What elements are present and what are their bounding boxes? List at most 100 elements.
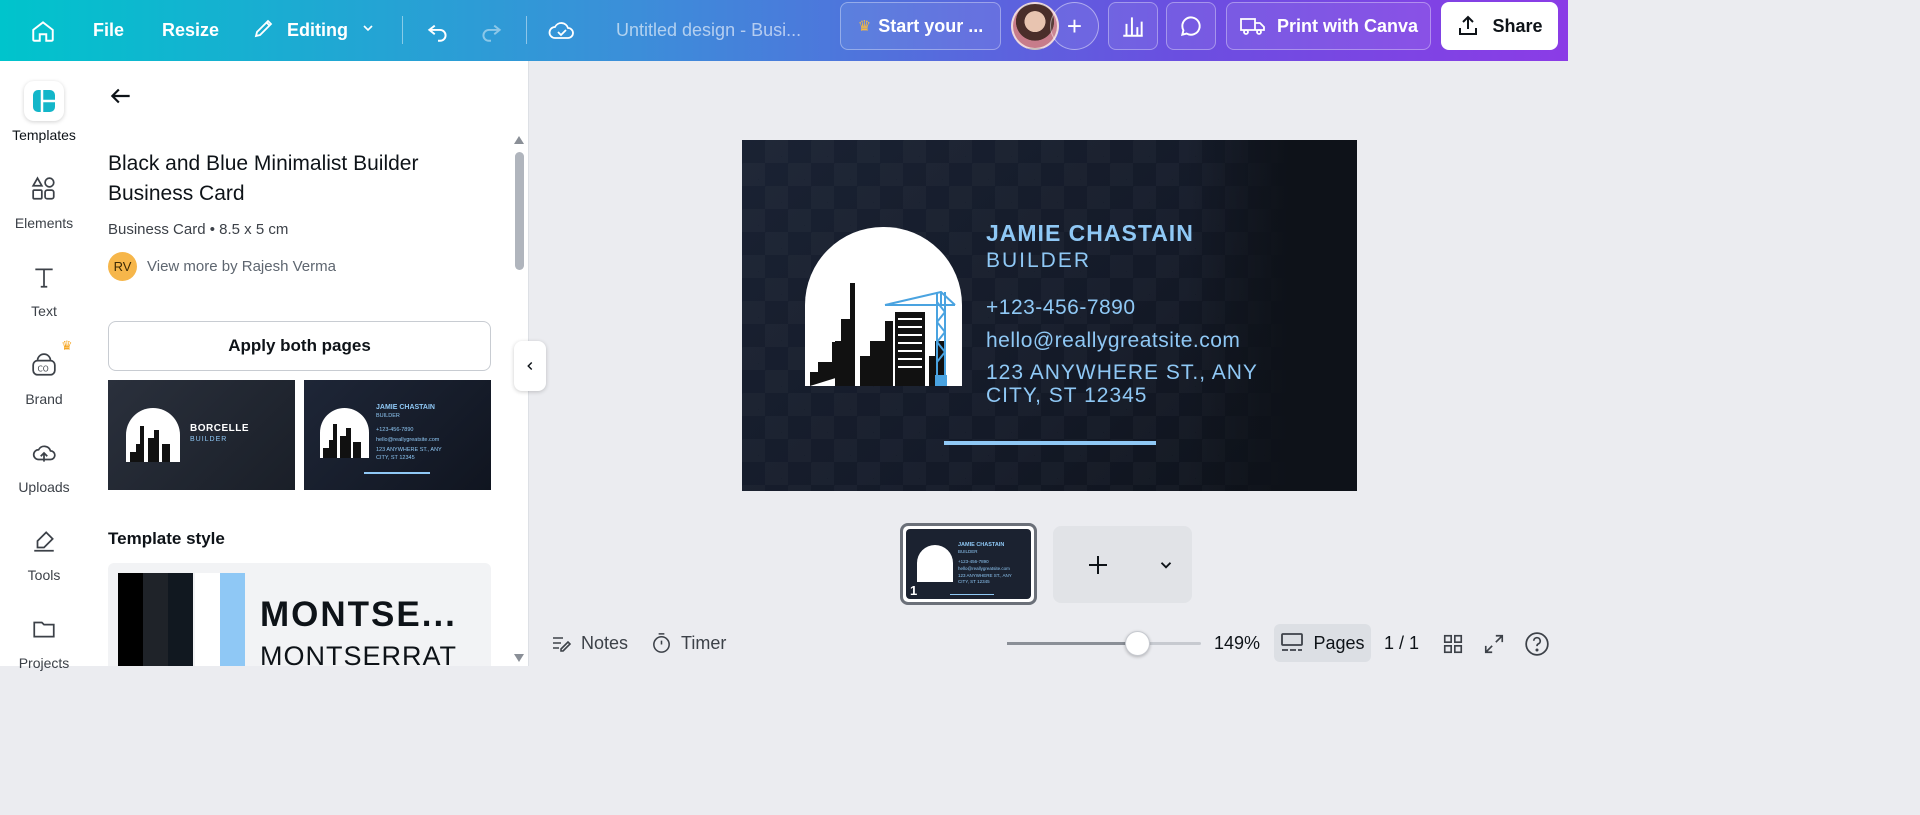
share-label: Share bbox=[1492, 15, 1543, 36]
card-email[interactable]: hello@reallygreatsite.com bbox=[986, 329, 1240, 353]
heading-font-preview: MONTSE... bbox=[260, 595, 457, 634]
add-collaborator-button[interactable]: + bbox=[1050, 2, 1099, 50]
tools-icon bbox=[24, 521, 64, 561]
card-phone[interactable]: +123-456-7890 bbox=[986, 296, 1136, 320]
projects-icon bbox=[24, 609, 64, 649]
chevron-left-icon bbox=[527, 361, 533, 371]
redo-icon[interactable] bbox=[478, 0, 504, 61]
print-label: Print with Canva bbox=[1276, 15, 1419, 36]
sidebar-item-label: Tools bbox=[27, 567, 61, 583]
uploads-icon bbox=[24, 433, 64, 473]
toolbar-divider bbox=[526, 16, 527, 44]
timer-icon bbox=[653, 633, 670, 653]
card-name[interactable]: JAMIE CHASTAIN bbox=[986, 220, 1194, 247]
mini-address-1: 123 ANYWHERE ST., ANY bbox=[958, 573, 1012, 578]
business-card-design[interactable]: JAMIE CHASTAIN BUILDER +123-456-7890 hel… bbox=[742, 140, 1357, 491]
plus-icon bbox=[1089, 556, 1107, 574]
sidebar-item-label: Templates bbox=[12, 127, 76, 143]
sidebar-item-text[interactable]: Text bbox=[0, 257, 88, 337]
color-swatch bbox=[143, 573, 168, 666]
text-icon bbox=[24, 257, 64, 297]
sidebar-item-templates[interactable]: Templates bbox=[0, 81, 88, 161]
sidebar-item-projects[interactable]: Projects bbox=[0, 609, 88, 689]
color-swatch bbox=[220, 573, 245, 666]
thumb-email: hello@reallygreatsite.com bbox=[376, 437, 440, 443]
print-with-canva-button[interactable]: Print with Canva bbox=[1226, 2, 1431, 50]
comments-button[interactable] bbox=[1166, 2, 1216, 50]
arch-building-graphic[interactable] bbox=[805, 227, 962, 386]
comment-icon bbox=[1180, 16, 1201, 37]
fullscreen-icon[interactable] bbox=[1483, 621, 1505, 666]
mini-name: JAMIE CHASTAIN bbox=[958, 542, 1005, 548]
back-arrow-icon[interactable] bbox=[108, 83, 134, 114]
page-thumbnail[interactable]: JAMIE CHASTAIN BUILDER +123-456-7890 hel… bbox=[900, 523, 1037, 605]
insights-button[interactable] bbox=[1108, 2, 1158, 50]
crown-icon: ♛ bbox=[857, 18, 872, 35]
arch-building-graphic bbox=[917, 545, 953, 582]
arch-building-graphic bbox=[320, 408, 369, 458]
elements-icon bbox=[24, 169, 64, 209]
truck-icon bbox=[1240, 18, 1265, 35]
help-icon[interactable] bbox=[1524, 621, 1550, 666]
mini-role: BUILDER bbox=[958, 549, 978, 554]
template-page-thumbnail[interactable]: JAMIE CHASTAIN BUILDER +123-456-7890 hel… bbox=[304, 380, 491, 490]
chevron-down-icon bbox=[360, 20, 376, 41]
grid-view-icon[interactable] bbox=[1442, 621, 1464, 666]
author-link[interactable]: RV View more by Rajesh Verma bbox=[108, 252, 336, 281]
arch-building-graphic bbox=[126, 408, 180, 462]
sidebar-item-elements[interactable]: Elements bbox=[0, 169, 88, 249]
card-accent-bar[interactable] bbox=[944, 441, 1156, 445]
start-trial-button[interactable]: ♛ Start your ... bbox=[840, 2, 1001, 50]
thumb-role: BUILDER bbox=[376, 413, 400, 419]
editing-mode-dropdown[interactable]: Editing bbox=[252, 0, 376, 61]
body-font-preview: MONTSERRAT bbox=[260, 641, 457, 666]
author-avatar: RV bbox=[108, 252, 137, 281]
template-title: Black and Blue Minimalist Builder Busine… bbox=[108, 152, 419, 205]
sidebar-item-label: Uploads bbox=[18, 479, 70, 495]
file-menu[interactable]: File bbox=[93, 0, 124, 61]
share-button[interactable]: Share bbox=[1441, 2, 1558, 50]
card-address-line-2[interactable]: CITY, ST 12345 bbox=[986, 384, 1147, 408]
collapse-panel-button[interactable] bbox=[514, 341, 546, 391]
thumb-company-name: BORCELLE bbox=[190, 423, 249, 434]
sidebar-item-label: Brand bbox=[25, 391, 63, 407]
timer-button[interactable]: Timer bbox=[650, 621, 726, 666]
sidebar-item-uploads[interactable]: Uploads bbox=[0, 433, 88, 513]
toolbar-divider bbox=[402, 16, 403, 44]
cloud-saved-icon[interactable] bbox=[548, 0, 576, 61]
document-title[interactable]: Untitled design - Busi... bbox=[616, 0, 801, 61]
card-address-line-1[interactable]: 123 ANYWHERE ST., ANY bbox=[986, 361, 1258, 385]
zoom-slider[interactable] bbox=[1007, 642, 1201, 645]
color-swatch bbox=[118, 573, 143, 666]
sidebar-item-tools[interactable]: Tools bbox=[0, 521, 88, 601]
notes-label: Notes bbox=[581, 633, 629, 653]
share-upload-icon bbox=[1459, 15, 1478, 35]
home-icon[interactable] bbox=[30, 0, 56, 61]
template-style-card[interactable]: MONTSE... MONTSERRAT bbox=[108, 563, 491, 666]
notes-icon bbox=[553, 636, 572, 652]
template-page-thumbnail[interactable]: BORCELLE BUILDER bbox=[108, 380, 295, 490]
sidebar-item-label: Elements bbox=[14, 215, 74, 231]
chevron-down-icon[interactable] bbox=[1157, 556, 1175, 574]
trial-label: Start your ... bbox=[878, 15, 984, 36]
card-role[interactable]: BUILDER bbox=[986, 249, 1091, 273]
zoom-slider-knob[interactable] bbox=[1124, 631, 1150, 656]
apply-both-pages-button[interactable]: Apply both pages bbox=[108, 321, 491, 371]
scroll-up-icon bbox=[514, 136, 524, 144]
mini-accent-bar bbox=[950, 594, 994, 595]
resize-button[interactable]: Resize bbox=[162, 0, 219, 61]
thumb-address-1: 123 ANYWHERE ST., ANY bbox=[376, 447, 442, 453]
zoom-percentage[interactable]: 149% bbox=[1214, 621, 1260, 666]
sidebar-item-brand[interactable]: CO Brand bbox=[0, 345, 88, 425]
bar-chart-icon bbox=[1123, 17, 1143, 37]
undo-icon[interactable] bbox=[425, 0, 451, 61]
scrollbar-thumb[interactable] bbox=[515, 152, 524, 270]
thumb-accent-bar bbox=[364, 472, 430, 474]
notes-button[interactable]: Notes bbox=[549, 621, 628, 666]
city-skyline-icon bbox=[810, 283, 956, 386]
card-background-shade bbox=[1187, 140, 1357, 491]
editing-label: Editing bbox=[287, 20, 348, 40]
add-page-button[interactable] bbox=[1053, 526, 1192, 603]
pages-button[interactable]: Pages bbox=[1274, 624, 1371, 662]
zoom-slider-fill bbox=[1007, 642, 1137, 645]
